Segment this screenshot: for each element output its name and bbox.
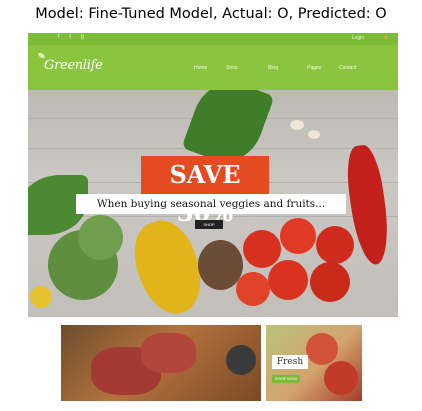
tomato-image [243,230,281,268]
lemon-image [30,286,52,308]
meat-image [141,333,196,373]
hero-banner[interactable]: SAVE 30% When buying seasonal veggies an… [28,90,398,317]
cart-icon[interactable]: ● [384,34,388,41]
social-icons[interactable]: f t g [58,34,88,40]
nav-blog[interactable]: Blog [268,65,278,71]
tomato-image [280,218,316,254]
fruit-label: Fresh [272,355,308,369]
apple-image [324,361,358,395]
logo-text: Greenlife [44,58,103,73]
tomato-image [236,272,270,306]
fruit-banner[interactable]: Fresh SHOP NOW [266,325,362,401]
promo-badge: SAVE 30% [141,156,269,227]
shop-button[interactable]: SHOP [195,220,223,229]
garlic-image [308,130,320,139]
nav-contact[interactable]: Contact [339,65,356,71]
apple-image [306,333,338,365]
figure-caption: Model: Fine-Tuned Model, Actual: O, Pred… [35,6,387,22]
nav-shop[interactable]: Shop [226,65,238,71]
site-logo[interactable]: Greenlife [38,53,103,73]
tomato-image [268,260,308,300]
website-screenshot: f t g Login ● Greenlife Home Shop Blog P… [28,33,398,401]
garlic-image [290,120,304,130]
site-header: Greenlife Home Shop Blog Pages Contact [28,45,398,90]
nav-pages[interactable]: Pages [307,65,321,71]
meat-banner[interactable] [61,325,261,401]
tomato-image [316,226,354,264]
broccoli-image [78,215,123,260]
login-link[interactable]: Login [352,35,364,41]
fruit-shop-button[interactable]: SHOP NOW [272,375,300,383]
hero-tagline: When buying seasonal veggies and fruits.… [76,194,346,214]
spice-bowl-image [226,345,256,375]
nav-home[interactable]: Home [194,65,207,71]
top-bar: f t g Login ● [28,33,398,45]
tomato-image [310,262,350,302]
leaf-icon [38,53,45,58]
